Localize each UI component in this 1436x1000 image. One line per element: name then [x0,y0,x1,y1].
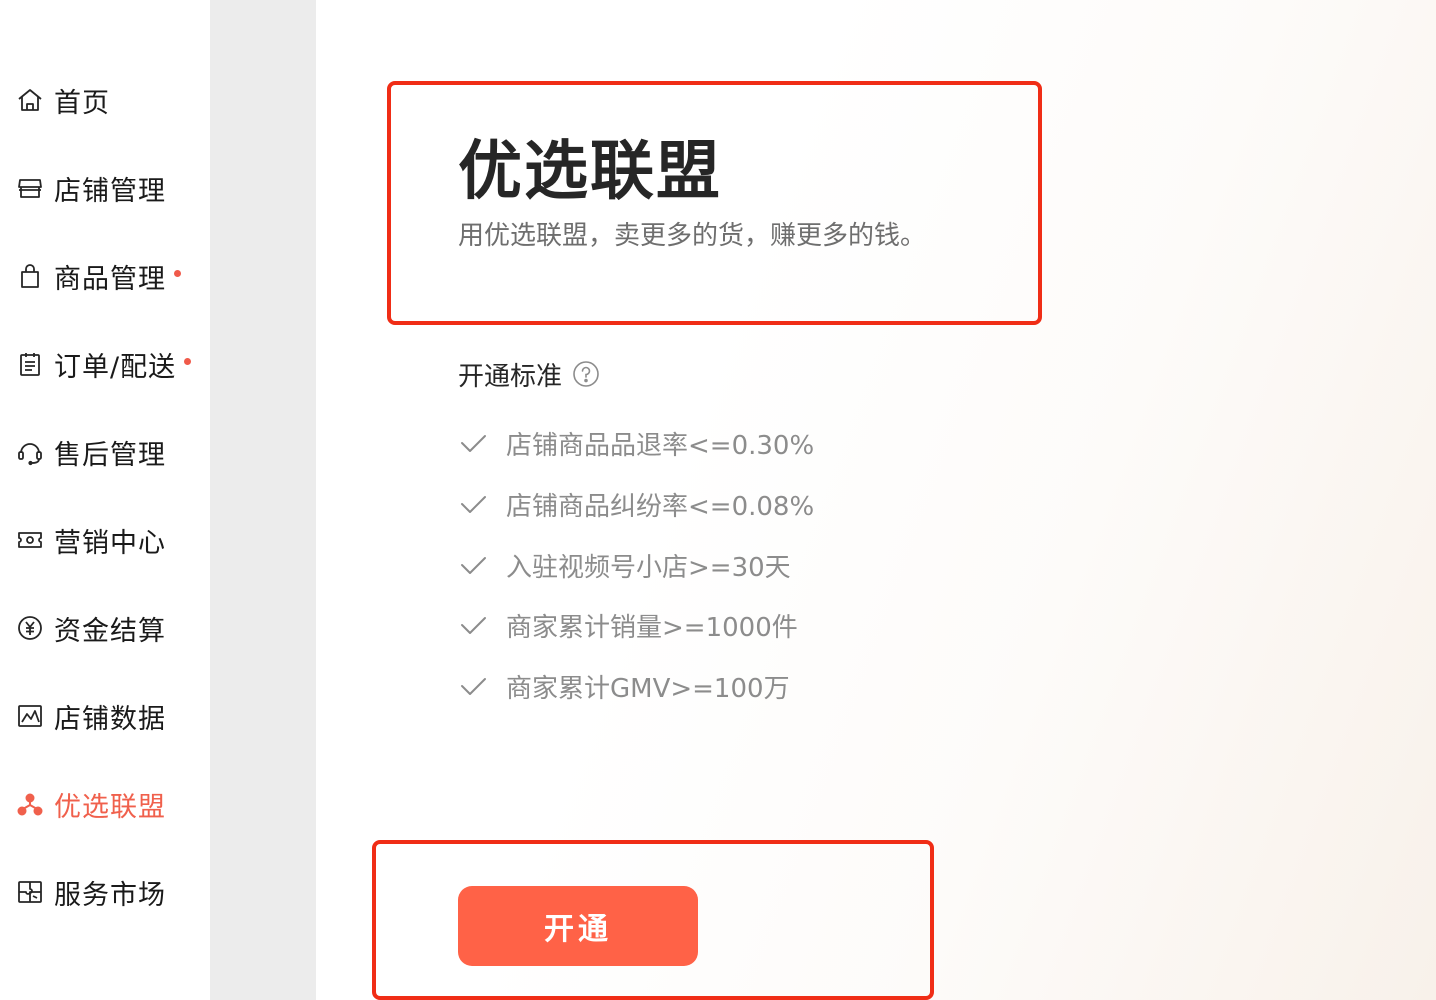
sidebar: 首页 店铺管理 商品管理 订单/配送 售后管理 营销中心 资金结算 店铺数据 优… [0,0,210,1000]
puzzle-icon [16,878,44,906]
sidebar-item-home[interactable]: 首页 [16,80,110,120]
sidebar-item-store-data[interactable]: 店铺数据 [16,696,166,736]
notification-dot [174,269,181,277]
criterion-text: 入驻视频号小店>=30天 [506,552,791,583]
criterion-text: 店铺商品品退率<=0.30% [506,430,815,461]
sidebar-item-preferred-alliance[interactable]: 优选联盟 [16,784,166,824]
sidebar-item-marketing[interactable]: 营销中心 [16,520,166,560]
criterion-item: 入驻视频号小店>=30天 [458,545,791,585]
criterion-item: 商家累计销量>=1000件 [458,605,798,645]
criterion-item: 店铺商品品退率<=0.30% [458,423,814,463]
criterion-text: 商家累计销量>=1000件 [506,612,798,643]
sidebar-item-product-management[interactable]: 商品管理 [16,256,181,296]
criterion-item: 商家累计GMV>=100万 [458,666,790,706]
sidebar-item-settlement[interactable]: 资金结算 [16,608,166,648]
check-icon [458,489,488,519]
sidebar-item-label: 首页 [54,87,110,119]
sidebar-item-label: 店铺数据 [54,703,166,735]
criteria-header: 开通标准 [458,355,600,393]
open-button[interactable]: 开通 [458,886,698,966]
sidebar-gutter [210,0,316,1000]
sidebar-item-label: 售后管理 [54,439,166,471]
yuan-coin-icon [16,614,44,642]
sidebar-item-label: 订单/配送 [54,351,177,383]
criterion-text: 店铺商品纠纷率<=0.08% [506,491,815,522]
sidebar-item-label: 店铺管理 [54,175,166,207]
alliance-icon [16,790,44,818]
sidebar-item-label: 资金结算 [54,615,166,647]
criteria-title: 开通标准 [458,361,563,392]
page-title: 优选联盟 [458,135,722,209]
shopping-bag-icon [16,262,44,290]
headset-icon [16,438,44,466]
criterion-item: 店铺商品纠纷率<=0.08% [458,484,814,524]
check-icon [458,671,488,701]
check-icon [458,610,488,640]
ticket-icon [16,526,44,554]
sidebar-item-after-sales[interactable]: 售后管理 [16,432,166,472]
check-icon [458,550,488,580]
page-subtitle: 用优选联盟，卖更多的货，赚更多的钱。 [458,221,927,251]
sidebar-item-store-management[interactable]: 店铺管理 [16,168,166,208]
check-icon [458,428,488,458]
notification-dot [184,357,192,365]
sidebar-item-orders-delivery[interactable]: 订单/配送 [16,344,192,384]
home-icon [16,86,44,114]
chart-icon [16,702,44,730]
sidebar-item-label: 服务市场 [54,879,166,911]
sidebar-item-label: 营销中心 [54,527,166,559]
store-icon [16,174,44,202]
sidebar-item-service-market[interactable]: 服务市场 [16,872,166,912]
sidebar-item-label: 优选联盟 [54,791,166,823]
criterion-text: 商家累计GMV>=100万 [506,673,790,704]
clipboard-icon [16,350,44,378]
sidebar-item-label: 商品管理 [54,263,166,295]
help-icon[interactable] [572,360,600,388]
